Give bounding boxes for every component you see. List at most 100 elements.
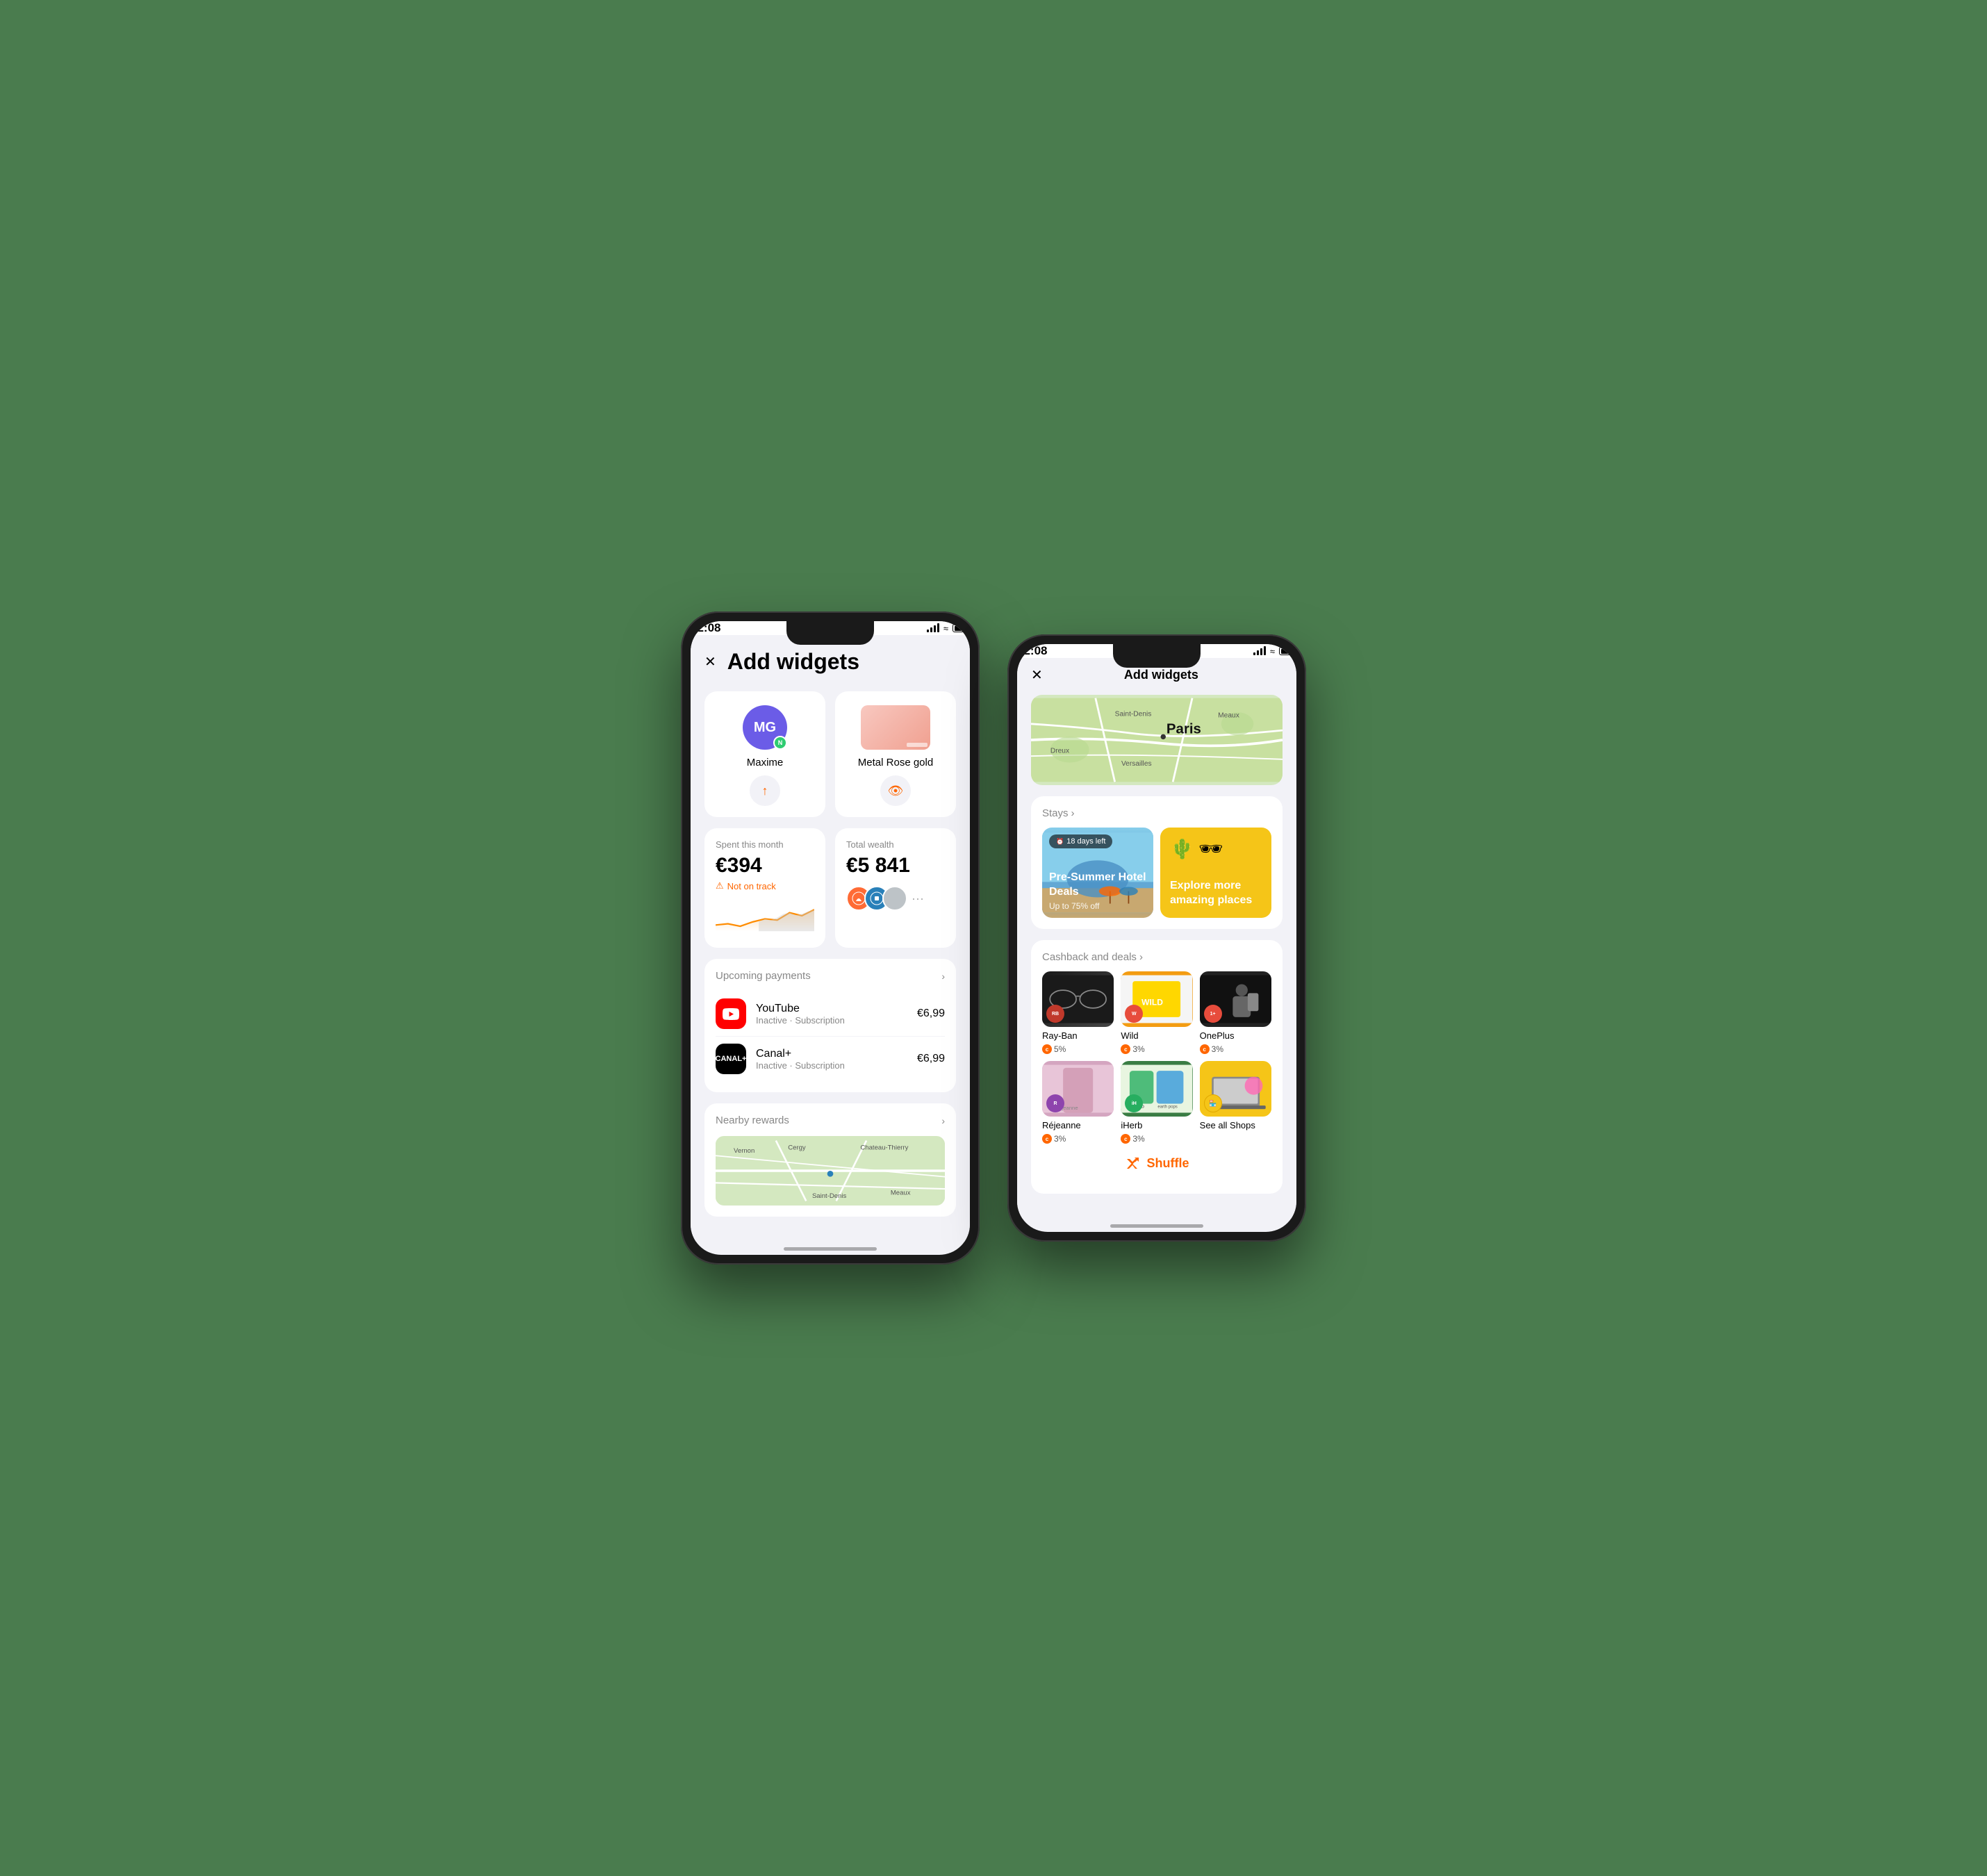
- stays-panel: Stays ›: [1031, 796, 1283, 929]
- stay-card-hotel[interactable]: ⏰ 18 days left Pre-Summer Hotel Deals Up…: [1042, 828, 1153, 918]
- spent-amount: €394: [716, 854, 814, 878]
- card-image-metal: [861, 705, 930, 750]
- eye-icon: 👁: [888, 784, 904, 798]
- shop-oneplus[interactable]: 1+ OnePlus c 3%: [1200, 971, 1271, 1054]
- shops-grid: RB Ray-Ban c 5%: [1042, 971, 1271, 1144]
- explore-content: 🌵 🕶 Explore more amazing places: [1160, 828, 1271, 918]
- cashback-icon-wild: c: [1121, 1044, 1130, 1054]
- account-card-maxime[interactable]: MG N Maxime ↑: [704, 691, 825, 817]
- youtube-info: YouTube Inactive · Subscription: [756, 1003, 917, 1026]
- send-button[interactable]: ↑: [750, 775, 780, 806]
- wealth-widget[interactable]: Total wealth €5 841 ···: [835, 828, 956, 948]
- stays-header: Stays ›: [1042, 807, 1271, 819]
- oneplus-name: OnePlus: [1200, 1030, 1235, 1041]
- svg-text:Dreux: Dreux: [1050, 748, 1069, 755]
- right-signal-icon: [1253, 647, 1266, 655]
- upcoming-chevron[interactable]: ›: [941, 971, 945, 982]
- account-card-metal[interactable]: Metal Rose gold 👁: [835, 691, 956, 817]
- wealth-avatar-3: [882, 886, 907, 911]
- right-wifi-icon: ≈: [1270, 646, 1275, 657]
- shuffle-label: Shuffle: [1147, 1156, 1189, 1171]
- nearby-map: Vernon Cergy Chateau-Thierry Saint-Denis…: [716, 1136, 945, 1206]
- cashback-icon-oneplus: c: [1200, 1044, 1210, 1054]
- shuffle-button[interactable]: Shuffle: [1042, 1144, 1271, 1183]
- payment-canalplus[interactable]: CANAL+ Canal+ Inactive · Subscription €6…: [716, 1037, 945, 1081]
- right-status-time: 12:08: [1017, 644, 1047, 658]
- accounts-row: MG N Maxime ↑ Metal Rose gold: [704, 691, 956, 817]
- shop-wild[interactable]: WILD W Wild c 3%: [1121, 971, 1192, 1054]
- shop-rejeanne[interactable]: réjeanne R Réjeanne c 3%: [1042, 1061, 1114, 1144]
- cashback-icon-iherb: c: [1121, 1134, 1130, 1144]
- seeall-name: See all Shops: [1200, 1120, 1255, 1130]
- youtube-amount: €6,99: [917, 1007, 945, 1020]
- rejeanne-name: Réjeanne: [1042, 1120, 1081, 1130]
- oneplus-cashback: c 3%: [1200, 1044, 1223, 1054]
- view-button[interactable]: 👁: [880, 775, 911, 806]
- more-avatars-dots: ···: [912, 891, 924, 906]
- explore-title: Explore more amazing places: [1170, 879, 1262, 908]
- cashback-icon-rejeanne: c: [1042, 1134, 1052, 1144]
- youtube-meta: Inactive · Subscription: [756, 1015, 917, 1026]
- wild-img: WILD W: [1121, 971, 1192, 1027]
- battery-icon: [953, 624, 970, 632]
- seeall-badge: 🏪: [1204, 1094, 1222, 1112]
- shop-iherb[interactable]: iHerb earth pops iH iHerb c 3%: [1121, 1061, 1192, 1144]
- youtube-name: YouTube: [756, 1003, 917, 1015]
- cashback-title: Cashback and deals: [1042, 951, 1137, 963]
- stay-days-badge: ⏰ 18 days left: [1049, 834, 1112, 848]
- right-screen: 12:08 ≈ ✕ Add widgets: [1017, 644, 1296, 1232]
- right-close-button[interactable]: ✕: [1031, 666, 1043, 684]
- svg-text:Saint-Denis: Saint-Denis: [1115, 711, 1152, 718]
- iherb-cashback: c 3%: [1121, 1134, 1144, 1144]
- wild-name: Wild: [1121, 1030, 1138, 1041]
- upcoming-header: Upcoming payments ›: [716, 970, 945, 982]
- spent-label: Spent this month: [716, 839, 814, 850]
- wealth-label: Total wealth: [846, 839, 945, 850]
- spent-widget[interactable]: Spent this month €394 ⚠ Not on track: [704, 828, 825, 948]
- avatar-maxime: MG N: [743, 705, 787, 750]
- canalplus-meta: Inactive · Subscription: [756, 1060, 917, 1071]
- close-button[interactable]: ✕: [704, 653, 716, 670]
- page-title: Add widgets: [727, 649, 859, 675]
- wealth-amount: €5 841: [846, 854, 945, 878]
- rayban-badge: RB: [1046, 1005, 1064, 1023]
- canalplus-amount: €6,99: [917, 1053, 945, 1065]
- svg-text:Chateau-Thierry: Chateau-Thierry: [860, 1144, 908, 1152]
- svg-text:Versailles: Versailles: [1121, 760, 1152, 768]
- rayban-img: RB: [1042, 971, 1114, 1027]
- cashback-panel: Cashback and deals ›: [1031, 940, 1283, 1194]
- youtube-icon: [716, 998, 746, 1029]
- cashback-header: Cashback and deals ›: [1042, 951, 1271, 963]
- svg-text:Saint-Denis: Saint-Denis: [812, 1192, 847, 1200]
- sparkline-svg: [716, 898, 814, 933]
- explore-emojis: 🌵 🕶: [1170, 837, 1262, 860]
- cashback-chevron[interactable]: ›: [1139, 951, 1143, 963]
- stays-chevron[interactable]: ›: [1071, 807, 1075, 819]
- canalplus-name: Canal+: [756, 1048, 917, 1060]
- status-time: 12:08: [691, 621, 720, 635]
- nearby-chevron[interactable]: ›: [941, 1115, 945, 1126]
- cashback-icon-rayban: c: [1042, 1044, 1052, 1054]
- nearby-title: Nearby rewards: [716, 1114, 789, 1126]
- shop-rayban[interactable]: RB Ray-Ban c 5%: [1042, 971, 1114, 1054]
- shop-see-all[interactable]: 🏪 See all Shops: [1200, 1061, 1271, 1144]
- svg-text:earth pops: earth pops: [1158, 1105, 1178, 1110]
- rejeanne-cashback: c 3%: [1042, 1134, 1066, 1144]
- rayban-name: Ray-Ban: [1042, 1030, 1078, 1041]
- left-screen-content: ✕ Add widgets MG N Maxime ↑: [691, 635, 970, 1242]
- oneplus-img: 1+: [1200, 971, 1271, 1027]
- account-name-metal: Metal Rose gold: [858, 757, 933, 768]
- right-home-indicator: [1110, 1224, 1203, 1228]
- payment-youtube[interactable]: YouTube Inactive · Subscription €6,99: [716, 992, 945, 1037]
- header-row: ✕ Add widgets: [704, 649, 956, 675]
- notch-right: [1113, 644, 1201, 668]
- avatar-badge: N: [773, 736, 787, 750]
- signal-icon: [927, 624, 939, 632]
- map-svg: Vernon Cergy Chateau-Thierry Saint-Denis…: [716, 1136, 945, 1206]
- svg-text:Cergy: Cergy: [788, 1144, 806, 1152]
- stay-card-explore[interactable]: 🌵 🕶 Explore more amazing places: [1160, 828, 1271, 918]
- canalplus-info: Canal+ Inactive · Subscription: [756, 1048, 917, 1071]
- maps-widget[interactable]: Paris Meaux Saint-Denis Dreux Versailles…: [1031, 695, 1283, 785]
- right-status-icons: ≈: [1253, 646, 1296, 657]
- widgets-row: Spent this month €394 ⚠ Not on track: [704, 828, 956, 948]
